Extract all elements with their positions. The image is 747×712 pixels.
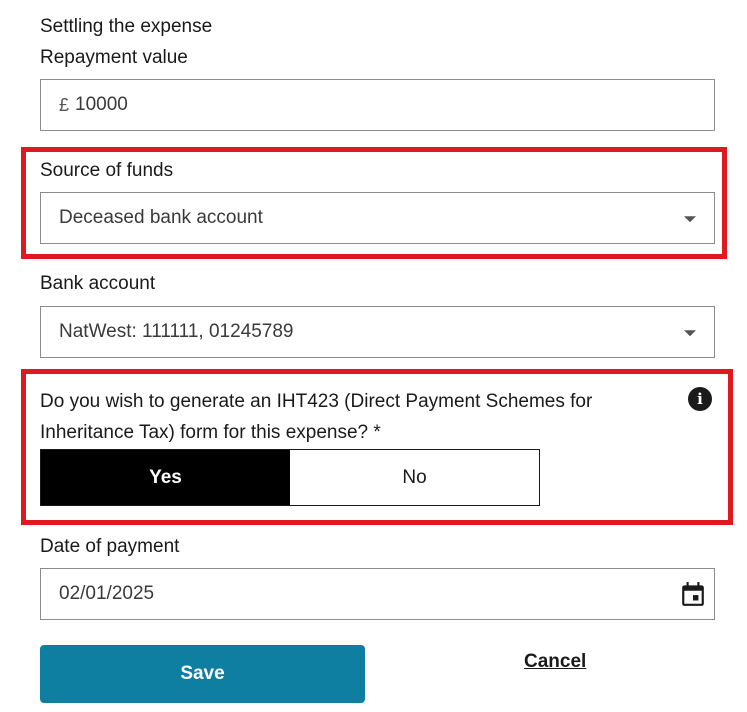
iht423-no-option[interactable]: No xyxy=(290,450,539,505)
date-of-payment-input[interactable]: 02/01/2025 xyxy=(40,568,715,620)
info-icon[interactable]: i xyxy=(688,387,712,411)
bank-account-value: NatWest: 111111, 01245789 xyxy=(59,321,294,342)
settle-expense-form: Settling the expense Repayment value £ 1… xyxy=(0,0,747,712)
save-button[interactable]: Save xyxy=(40,645,365,703)
section-title: Settling the expense xyxy=(40,16,213,37)
source-of-funds-select[interactable]: Deceased bank account xyxy=(40,192,715,244)
currency-symbol: £ xyxy=(59,94,70,115)
repayment-value-input[interactable]: £ 10000 xyxy=(40,79,715,131)
bank-account-label: Bank account xyxy=(40,273,156,294)
date-of-payment-value: 02/01/2025 xyxy=(59,583,155,604)
chevron-down-icon xyxy=(684,216,696,223)
iht423-toggle: Yes No xyxy=(40,449,540,506)
repayment-value: 10000 xyxy=(75,94,128,115)
source-of-funds-value: Deceased bank account xyxy=(59,207,263,228)
bank-account-select[interactable]: NatWest: 111111, 01245789 xyxy=(40,306,715,358)
cancel-link[interactable]: Cancel xyxy=(524,651,586,673)
repayment-value-label: Repayment value xyxy=(40,47,188,68)
date-of-payment-label: Date of payment xyxy=(40,536,180,557)
source-of-funds-label: Source of funds xyxy=(40,160,174,181)
calendar-icon[interactable] xyxy=(680,581,706,607)
chevron-down-icon xyxy=(684,330,696,337)
iht423-yes-option[interactable]: Yes xyxy=(41,450,290,505)
iht423-question: Do you wish to generate an IHT423 (Direc… xyxy=(40,391,593,443)
